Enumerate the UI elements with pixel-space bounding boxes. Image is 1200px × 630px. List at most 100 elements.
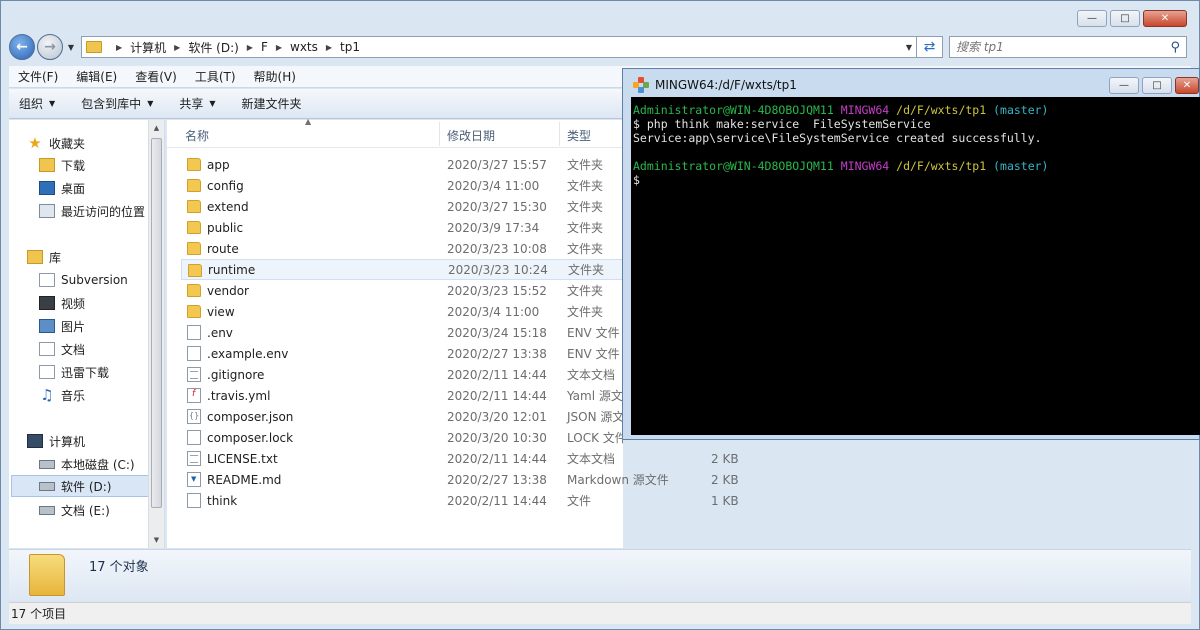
details-pane: 17 个对象 — [9, 549, 1191, 601]
scroll-thumb[interactable] — [151, 138, 162, 508]
nav-label: 收藏夹 — [49, 136, 86, 151]
cursor-prompt: $ — [633, 173, 640, 187]
file-row[interactable]: .example.env 2020/2/27 13:38 ENV 文件 — [181, 343, 623, 364]
chevron-down-icon: ▼ — [147, 99, 154, 108]
share-button[interactable]: 共享 ▼ — [179, 95, 215, 112]
nav-label: 迅雷下载 — [61, 365, 110, 380]
file-date: 2020/3/23 10:08 — [447, 241, 547, 256]
menu-tools[interactable]: 工具(T) — [186, 68, 245, 85]
organize-label: 组织 — [19, 97, 44, 111]
column-type[interactable]: 类型 — [567, 127, 591, 144]
include-library-button[interactable]: 包含到库中 ▼ — [81, 95, 153, 112]
folder-icon — [187, 200, 201, 213]
hard-drive-icon — [39, 505, 55, 515]
nav-drive-d[interactable]: 软件 (D:) — [11, 475, 149, 497]
breadcrumb-drive-d[interactable]: 软件 (D:) — [188, 39, 238, 56]
nav-libraries[interactable]: 库 — [27, 246, 167, 268]
minimize-button[interactable]: — — [1109, 77, 1139, 94]
file-row[interactable]: .gitignore 2020/2/11 14:44 文本文档 — [181, 364, 623, 385]
file-type: 文件夹 — [567, 284, 604, 298]
file-row[interactable]: config 2020/3/4 11:00 文件夹 — [181, 175, 623, 196]
music-note-icon: ♫ — [40, 386, 54, 404]
file-row[interactable]: .travis.yml 2020/2/11 14:44 Yaml 源文 — [181, 385, 623, 406]
recent-pages-dropdown[interactable]: ▼ — [65, 43, 77, 52]
nav-label: 视频 — [61, 296, 86, 311]
scroll-up-icon[interactable]: ▲ — [149, 120, 164, 136]
nav-favorites[interactable]: ★ 收藏夹 — [27, 132, 167, 154]
file-row[interactable]: LICENSE.txt 2020/2/11 14:44 文本文档 2 KB — [181, 448, 739, 469]
nav-label: 文档 — [61, 342, 86, 357]
document-icon — [39, 342, 55, 356]
file-row[interactable]: composer.lock 2020/3/20 10:30 LOCK 文件 — [181, 427, 627, 448]
markdown-file-icon — [187, 472, 201, 487]
refresh-button[interactable]: ⇄ — [917, 36, 943, 58]
file-row[interactable]: view 2020/3/4 11:00 文件夹 — [181, 301, 623, 322]
nav-computer[interactable]: 计算机 — [27, 430, 167, 452]
menu-view[interactable]: 查看(V) — [126, 68, 186, 85]
file-type: 文件 — [567, 494, 592, 508]
terminal-titlebar[interactable]: MINGW64:/d/F/wxts/tp1 — [633, 73, 797, 97]
status-bar: 17 个项目 — [9, 602, 1191, 624]
file-row[interactable]: extend 2020/3/27 15:30 文件夹 — [181, 196, 623, 217]
breadcrumb-wxts[interactable]: wxts — [290, 40, 318, 54]
file-row[interactable]: runtime 2020/3/23 10:24 文件夹 — [181, 259, 623, 280]
search-input[interactable] — [956, 40, 1156, 54]
close-button[interactable]: ✕ — [1143, 10, 1187, 27]
file-icon — [187, 325, 201, 340]
chevron-right-icon[interactable]: ▶ — [174, 43, 180, 52]
terminal-window[interactable]: MINGW64:/d/F/wxts/tp1 — □ ✕ Administrato… — [622, 68, 1200, 440]
nav-scrollbar[interactable]: ▲ ▼ — [148, 120, 164, 548]
breadcrumb-f[interactable]: F — [261, 40, 268, 54]
desktop-icon — [39, 181, 55, 195]
file-name: extend — [207, 199, 249, 214]
file-row[interactable]: composer.json 2020/3/20 12:01 JSON 源文 — [181, 406, 624, 427]
column-divider[interactable] — [439, 122, 440, 146]
file-row[interactable]: vendor 2020/3/23 15:52 文件夹 — [181, 280, 623, 301]
folder-icon — [187, 284, 201, 297]
address-bar[interactable]: ▶ 计算机 ▶ 软件 (D:) ▶ F ▶ wxts ▶ tp1 ▼ — [81, 36, 917, 58]
scroll-down-icon[interactable]: ▼ — [149, 532, 164, 548]
file-row[interactable]: think 2020/2/11 14:44 文件 1 KB — [181, 490, 739, 511]
back-button[interactable]: ← — [9, 34, 35, 60]
maximize-button[interactable]: □ — [1110, 10, 1140, 27]
column-divider[interactable] — [559, 122, 560, 146]
document-icon — [39, 273, 55, 287]
breadcrumb: ▶ 计算机 ▶ 软件 (D:) ▶ F ▶ wxts ▶ tp1 — [108, 39, 360, 56]
column-date[interactable]: 修改日期 — [447, 127, 495, 144]
file-row[interactable]: .env 2020/3/24 15:18 ENV 文件 — [181, 322, 623, 343]
nav-label: 下载 — [61, 158, 86, 173]
chevron-right-icon[interactable]: ▶ — [247, 43, 253, 52]
file-type: ENV 文件 — [567, 326, 620, 340]
breadcrumb-tp1[interactable]: tp1 — [340, 40, 360, 54]
prompt-branch: (master) — [993, 103, 1049, 117]
chevron-right-icon[interactable]: ▶ — [276, 43, 282, 52]
folder-icon — [188, 264, 202, 277]
download-folder-icon — [39, 158, 55, 172]
column-name[interactable]: 名称 — [185, 127, 209, 144]
chevron-right-icon[interactable]: ▶ — [116, 43, 122, 52]
nav-label: 最近访问的位置 — [61, 204, 146, 219]
close-button[interactable]: ✕ — [1175, 77, 1199, 94]
folder-icon — [187, 305, 201, 318]
forward-button[interactable]: → — [37, 34, 63, 60]
search-icon[interactable]: ⚲ — [1170, 40, 1180, 55]
chevron-right-icon[interactable]: ▶ — [326, 43, 332, 52]
file-row[interactable]: app 2020/3/27 15:57 文件夹 — [181, 154, 623, 175]
minimize-button[interactable]: — — [1077, 10, 1107, 27]
terminal-screen[interactable]: Administrator@WIN-4D8OBOJQM11 MINGW64 /d… — [631, 97, 1200, 435]
file-row[interactable]: route 2020/3/23 10:08 文件夹 — [181, 238, 623, 259]
menu-file[interactable]: 文件(F) — [9, 68, 67, 85]
organize-button[interactable]: 组织 ▼ — [19, 95, 55, 112]
file-row[interactable]: README.md 2020/2/27 13:38 Markdown 源文件 2 KB — [181, 469, 739, 490]
menu-help[interactable]: 帮助(H) — [245, 68, 305, 85]
search-box[interactable]: ⚲ — [949, 36, 1187, 58]
library-icon — [27, 250, 43, 264]
address-history-dropdown[interactable]: ▼ — [906, 43, 912, 52]
text-file-icon — [187, 367, 201, 382]
new-folder-button[interactable]: 新建文件夹 — [242, 95, 302, 112]
file-row[interactable]: public 2020/3/9 17:34 文件夹 — [181, 217, 623, 238]
menu-edit[interactable]: 编辑(E) — [67, 68, 126, 85]
maximize-button[interactable]: □ — [1142, 77, 1172, 94]
breadcrumb-computer[interactable]: 计算机 — [130, 39, 166, 56]
file-date: 2020/3/27 15:57 — [447, 157, 547, 172]
